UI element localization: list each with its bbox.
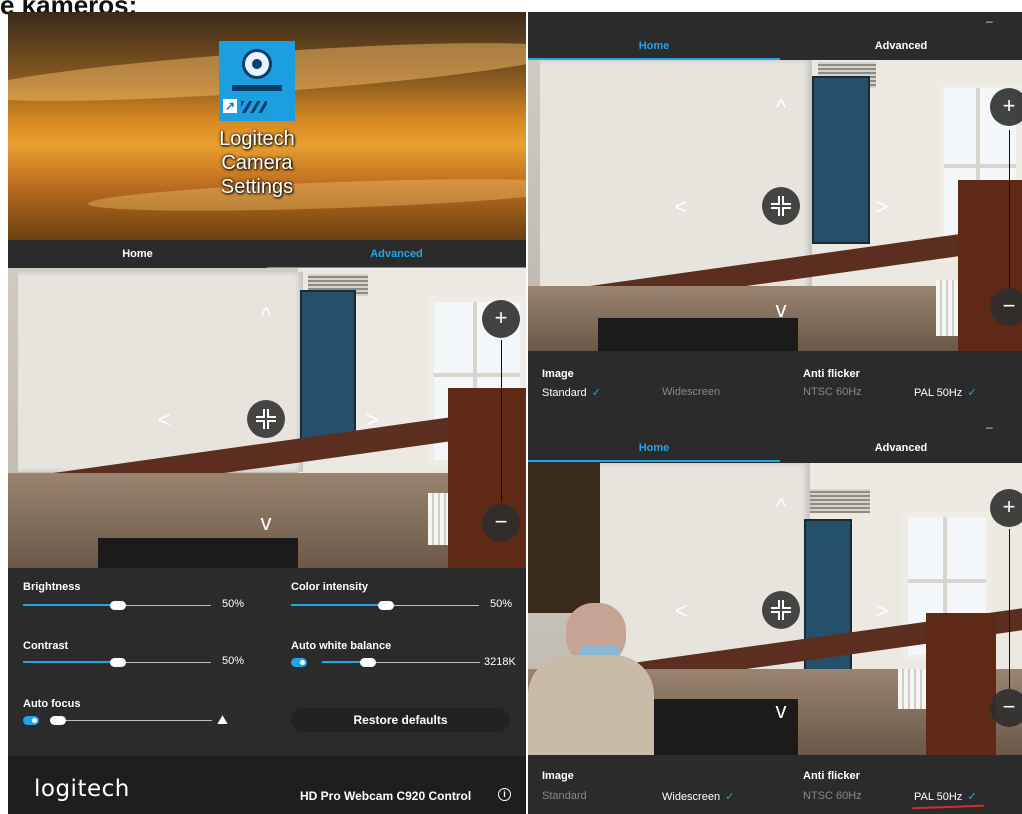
standard-option[interactable]: Standard ✓	[542, 386, 601, 399]
zoom-in-button[interactable]: +	[482, 300, 520, 338]
pal-option-label: PAL 50Hz	[914, 387, 963, 399]
pan-down-button[interactable]: v	[769, 699, 793, 723]
minimize-button[interactable]: –	[986, 14, 993, 28]
brightness-value: 50%	[222, 598, 245, 610]
contrast-fill	[23, 661, 117, 663]
color-intensity-fill	[291, 604, 385, 606]
recenter-button[interactable]	[762, 187, 800, 225]
contrast-value: 50%	[222, 655, 245, 667]
contrast-slider-thumb[interactable]	[110, 658, 126, 667]
zoom-slider[interactable]	[1009, 529, 1010, 689]
color-intensity-label: Color intensity	[291, 581, 369, 593]
auto-white-balance-toggle[interactable]	[291, 658, 307, 667]
person-sweater	[528, 655, 654, 755]
pan-up-button[interactable]: ^	[769, 495, 793, 519]
widescreen-option-label: Widescreen	[662, 791, 721, 803]
ntsc-option[interactable]: NTSC 60Hz	[803, 386, 862, 398]
zoom-slider[interactable]	[1009, 130, 1010, 290]
standard-option[interactable]: Standard	[542, 790, 587, 802]
zoom-out-button[interactable]: −	[990, 689, 1022, 727]
image-section-title: Image	[542, 770, 574, 782]
recenter-icon	[256, 409, 276, 429]
pan-left-button[interactable]: <	[152, 408, 176, 432]
device-model-name: HD Pro Webcam C920 Control	[300, 789, 472, 803]
focus-mountain-icon: ⛰	[217, 712, 228, 727]
recenter-icon	[771, 600, 791, 620]
tab-home[interactable]: Home	[528, 434, 780, 462]
pan-right-button[interactable]: >	[870, 195, 894, 219]
ntsc-option[interactable]: NTSC 60Hz	[803, 790, 862, 802]
pan-up-button[interactable]: ^	[254, 304, 278, 328]
brightness-label: Brightness	[23, 581, 81, 593]
checkmark-icon: ✓	[725, 791, 735, 803]
standard-option-label: Standard	[542, 387, 587, 399]
pal-option[interactable]: PAL 50Hz ✓	[914, 386, 977, 399]
camera-preview[interactable]: ^ v < > + −	[8, 268, 526, 568]
tab-advanced[interactable]: Advanced	[267, 240, 526, 268]
white-balance-slider-thumb[interactable]	[360, 658, 376, 667]
white-balance-value: 3218K	[484, 656, 516, 668]
logitech-camera-settings-icon[interactable]: ↗	[219, 41, 295, 121]
pan-down-button[interactable]: v	[254, 511, 278, 535]
pal-option-label: PAL 50Hz	[914, 791, 963, 803]
recenter-button[interactable]	[762, 591, 800, 629]
tab-home[interactable]: Home	[8, 240, 267, 268]
recenter-button[interactable]	[247, 400, 285, 438]
zoom-out-button[interactable]: −	[482, 504, 520, 542]
color-intensity-value: 50%	[490, 598, 513, 610]
color-intensity-slider-thumb[interactable]	[378, 601, 394, 610]
checkmark-icon: ✓	[591, 387, 601, 399]
image-section-title: Image	[542, 368, 574, 380]
checkmark-icon: ✓	[967, 387, 977, 399]
desktop-icon-label[interactable]: Logitech Camera Settings	[197, 127, 317, 199]
pan-left-button[interactable]: <	[669, 195, 693, 219]
pan-right-button[interactable]: >	[360, 408, 384, 432]
widescreen-option[interactable]: Widescreen ✓	[662, 790, 734, 803]
zoom-out-button[interactable]: −	[990, 288, 1022, 326]
anti-flicker-section-title: Anti flicker	[803, 368, 860, 380]
zoom-in-button[interactable]: +	[990, 489, 1022, 527]
widescreen-option[interactable]: Widescreen	[662, 386, 720, 398]
camera-preview[interactable]: ^ v < > + −	[528, 463, 1022, 755]
tab-advanced[interactable]: Advanced	[780, 32, 1022, 60]
pan-right-button[interactable]: >	[870, 599, 894, 623]
pan-up-button[interactable]: ^	[769, 96, 793, 120]
shortcut-arrow-icon: ↗	[223, 99, 237, 113]
auto-white-balance-label: Auto white balance	[291, 640, 392, 652]
tab-bar: Home Advanced	[8, 240, 526, 270]
zoom-in-button[interactable]: +	[990, 88, 1022, 126]
brightness-slider-thumb[interactable]	[110, 601, 126, 610]
camera-preview[interactable]: ^ v < > + −	[528, 60, 1022, 351]
tab-advanced[interactable]: Advanced	[780, 434, 1022, 462]
info-icon[interactable]: i	[498, 788, 511, 801]
focus-slider-thumb[interactable]	[50, 716, 66, 725]
contrast-label: Contrast	[23, 640, 69, 652]
restore-defaults-button[interactable]: Restore defaults	[291, 708, 510, 732]
checkmark-icon: ✓	[967, 791, 977, 803]
anti-flicker-section-title: Anti flicker	[803, 770, 860, 782]
tab-active-underline	[528, 460, 780, 462]
logitech-logo: logitech	[34, 776, 130, 802]
zoom-slider[interactable]	[501, 340, 502, 502]
recenter-icon	[771, 196, 791, 216]
tab-home[interactable]: Home	[528, 32, 780, 60]
brightness-fill	[23, 604, 117, 606]
auto-focus-toggle[interactable]	[23, 716, 39, 725]
auto-focus-label: Auto focus	[23, 698, 81, 710]
pal-option[interactable]: PAL 50Hz ✓	[914, 790, 977, 803]
pan-down-button[interactable]: v	[769, 298, 793, 322]
focus-track[interactable]	[50, 720, 212, 721]
pan-left-button[interactable]: <	[669, 599, 693, 623]
minimize-button[interactable]: –	[986, 420, 993, 434]
